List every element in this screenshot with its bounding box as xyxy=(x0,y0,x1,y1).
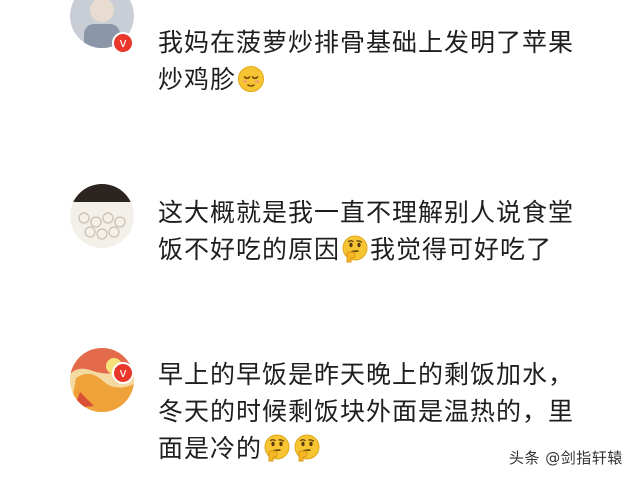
verified-badge: v xyxy=(112,362,134,384)
comment-text: 这大概就是我一直不理解别人说食堂饭不好吃的原因 我觉得可好吃了 xyxy=(158,194,598,268)
relieved-face-emoji-icon xyxy=(238,66,265,92)
comment-item: 这大概就是我一直不理解别人说食堂饭不好吃的原因 我觉得可好吃了 xyxy=(0,170,640,280)
comment-text-part: 我妈在菠萝炒排骨基础上发明了苹果炒鸡胗 xyxy=(158,28,575,94)
comment-text: 我妈在菠萝炒排骨基础上发明了苹果炒鸡胗 xyxy=(158,24,598,98)
thinking-face-emoji-icon xyxy=(342,235,368,263)
watermark: 头条 @剑指轩辕 xyxy=(509,449,623,467)
thinking-face-emoji-icon xyxy=(264,434,290,462)
user-avatar[interactable] xyxy=(70,184,134,248)
comment-item: v 我妈在菠萝炒排骨基础上发明了苹果炒鸡胗 xyxy=(0,0,640,110)
comment-text-part: 我觉得可好吃了 xyxy=(370,235,553,264)
thinking-face-emoji-icon xyxy=(294,434,320,462)
verified-badge: v xyxy=(112,32,134,54)
comment-feed: v 我妈在菠萝炒排骨基础上发明了苹果炒鸡胗 这大概就是我一直不理解别人说食堂饭不… xyxy=(0,0,640,481)
